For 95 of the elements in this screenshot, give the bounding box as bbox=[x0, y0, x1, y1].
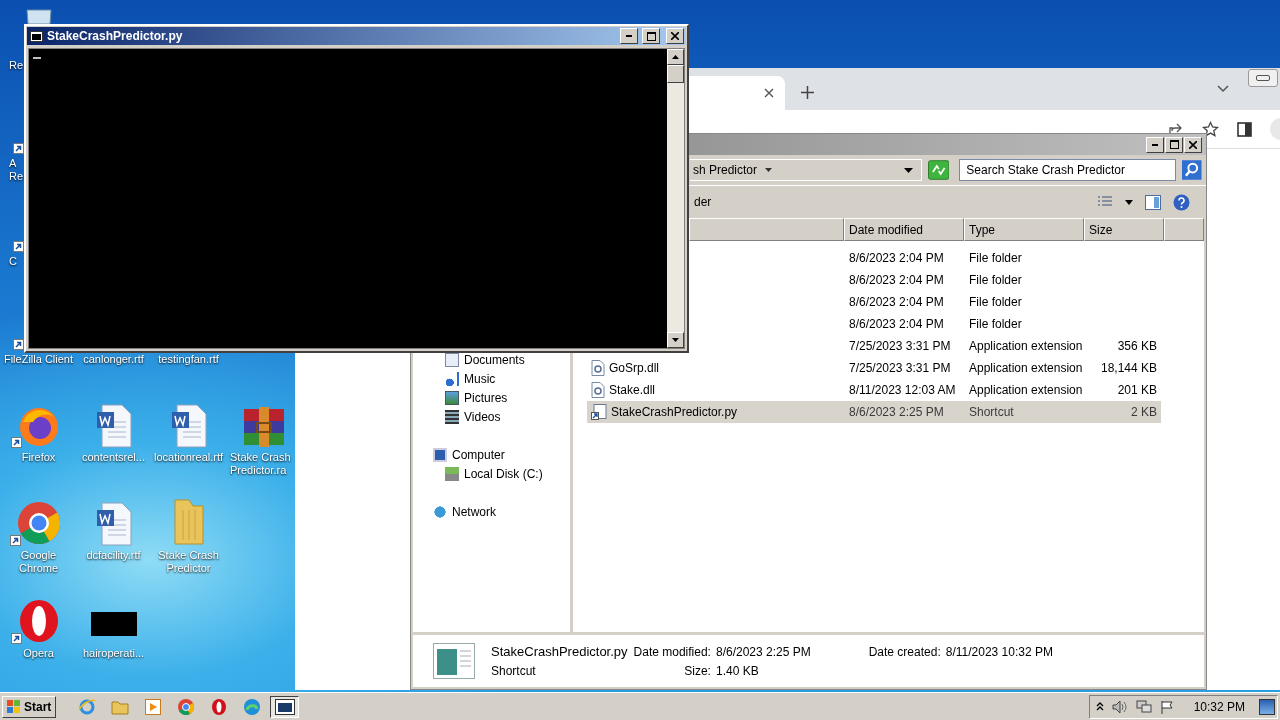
column-header[interactable]: Type bbox=[964, 218, 1084, 241]
window-title: StakeCrashPredictor.py bbox=[47, 29, 183, 43]
taskbar-button[interactable] bbox=[270, 695, 300, 718]
close-button[interactable] bbox=[1184, 136, 1202, 153]
column-header[interactable]: Size bbox=[1084, 218, 1164, 241]
arrow-up-icon[interactable] bbox=[672, 55, 679, 59]
maximize-icon bbox=[646, 31, 656, 41]
minimize-button[interactable] bbox=[1248, 69, 1278, 87]
chevron-up-icon[interactable] bbox=[1095, 702, 1104, 711]
file-name: StakeCrashPredictor.py bbox=[491, 644, 628, 659]
console-icon bbox=[30, 30, 43, 42]
nav-item[interactable]: Local Disk (C:) bbox=[464, 466, 543, 481]
shortcut-file-icon bbox=[591, 404, 607, 420]
nav-item[interactable]: Pictures bbox=[464, 390, 508, 405]
address-bar[interactable]: sh Predictor bbox=[690, 159, 922, 181]
column-header[interactable] bbox=[689, 218, 844, 241]
toolbar-button[interactable]: der bbox=[694, 195, 712, 209]
gear-file-icon bbox=[591, 360, 605, 376]
gear-file-icon bbox=[591, 382, 605, 398]
desktop-icon-label[interactable]: A Re bbox=[9, 157, 25, 183]
chevron-down-icon[interactable] bbox=[1217, 85, 1229, 93]
minimize-icon bbox=[626, 35, 632, 37]
preview-pane-icon[interactable] bbox=[1145, 194, 1161, 210]
internet-explorer-icon bbox=[77, 697, 96, 716]
network-icon[interactable] bbox=[1135, 699, 1152, 714]
property-value: 1.40 KB bbox=[715, 663, 760, 678]
start-button[interactable]: Start bbox=[2, 695, 57, 718]
side-panel-icon[interactable] bbox=[1237, 121, 1252, 137]
maximize-button[interactable] bbox=[1165, 136, 1183, 153]
search-field[interactable]: Search Stake Crash Predictor bbox=[959, 159, 1177, 181]
file-name-cell[interactable]: StakeCrashPredictor.py bbox=[587, 401, 844, 423]
scrollbar[interactable] bbox=[667, 49, 684, 348]
file-row[interactable]: 7/25/2023 3:31 PM Application extension 356 KB bbox=[844, 335, 1161, 357]
folder-icon bbox=[110, 698, 129, 715]
help-icon[interactable] bbox=[1173, 193, 1190, 211]
network-icon bbox=[433, 504, 447, 519]
file-row[interactable]: 8/6/2023 2:04 PM File folder bbox=[844, 291, 1161, 313]
chrome-icon[interactable] bbox=[15, 500, 62, 546]
clock[interactable]: 10:32 PM bbox=[1193, 699, 1245, 714]
file-name-cell[interactable]: Stake.dll bbox=[587, 379, 844, 401]
close-icon[interactable] bbox=[764, 88, 774, 98]
show-desktop-button[interactable] bbox=[1259, 698, 1275, 715]
file-row[interactable]: 7/25/2023 3:31 PM Application extension 18,144 KB bbox=[844, 357, 1161, 379]
opera-icon bbox=[210, 697, 227, 716]
property-label: Date created: bbox=[868, 644, 941, 659]
edge-icon bbox=[242, 697, 261, 716]
caret-icon[interactable] bbox=[765, 168, 773, 172]
minimize-icon bbox=[1152, 143, 1158, 146]
nav-item[interactable]: Music bbox=[464, 371, 496, 386]
file-row[interactable]: 8/6/2023 2:04 PM File folder bbox=[844, 313, 1161, 335]
column-header[interactable] bbox=[1164, 218, 1204, 241]
chrome-icon bbox=[176, 697, 195, 716]
videos-icon bbox=[445, 409, 459, 424]
arrow-down-icon[interactable] bbox=[672, 338, 679, 342]
nav-item[interactable]: Documents bbox=[464, 352, 525, 367]
desktop-icon-label[interactable]: Re bbox=[9, 59, 24, 72]
media-player-icon bbox=[144, 698, 161, 715]
property-label: Date modified: bbox=[633, 644, 711, 659]
close-icon bbox=[1189, 140, 1197, 149]
property-value: 8/6/2023 2:25 PM bbox=[715, 644, 811, 659]
file-row[interactable]: 8/6/2023 2:04 PM File folder bbox=[844, 269, 1161, 291]
nav-item[interactable]: Computer bbox=[452, 447, 505, 462]
speaker-icon[interactable] bbox=[1111, 699, 1128, 714]
nav-item[interactable]: Videos bbox=[464, 409, 501, 424]
caret-icon[interactable] bbox=[1125, 199, 1133, 205]
computer-icon bbox=[433, 447, 447, 462]
desktop-icon-label[interactable]: FileZilla Client bbox=[3, 353, 74, 366]
search-icon[interactable] bbox=[1182, 160, 1202, 180]
text-cursor bbox=[33, 57, 41, 59]
image-thumbnail[interactable] bbox=[90, 612, 137, 636]
scrollbar-thumb[interactable] bbox=[667, 65, 684, 83]
maximize-button[interactable] bbox=[642, 28, 660, 44]
file-row[interactable]: 8/6/2023 2:04 PM File folder bbox=[844, 247, 1161, 269]
property-label: Size: bbox=[683, 663, 711, 678]
file-row[interactable]: 8/11/2023 12:03 AM Application extension 201 KB bbox=[844, 379, 1161, 401]
column-header[interactable]: Date modified bbox=[844, 218, 964, 241]
console-icon bbox=[274, 698, 295, 715]
star-icon[interactable] bbox=[1202, 120, 1219, 138]
dropdown-arrow-icon[interactable] bbox=[903, 167, 913, 173]
close-button[interactable] bbox=[666, 28, 684, 44]
breadcrumb-item[interactable]: sh Predictor bbox=[693, 163, 758, 177]
refresh-icon[interactable] bbox=[927, 160, 950, 180]
windows-logo-icon bbox=[7, 700, 21, 713]
new-tab-icon[interactable] bbox=[801, 86, 814, 99]
property-value: 8/11/2023 10:32 PM bbox=[945, 644, 1053, 659]
nav-item[interactable]: Network bbox=[452, 504, 496, 519]
pictures-icon bbox=[445, 390, 459, 405]
file-thumbnail-icon bbox=[433, 643, 475, 679]
file-name-cell[interactable]: GoSrp.dll bbox=[587, 357, 844, 379]
desktop-icon-label[interactable]: C bbox=[9, 255, 17, 268]
maximize-icon bbox=[1169, 140, 1179, 149]
file-type: Shortcut bbox=[491, 664, 537, 678]
close-icon bbox=[671, 32, 679, 40]
flag-icon[interactable] bbox=[1159, 699, 1174, 714]
file-row[interactable]: 8/6/2023 2:25 PM Shortcut 2 KB bbox=[844, 401, 1161, 423]
